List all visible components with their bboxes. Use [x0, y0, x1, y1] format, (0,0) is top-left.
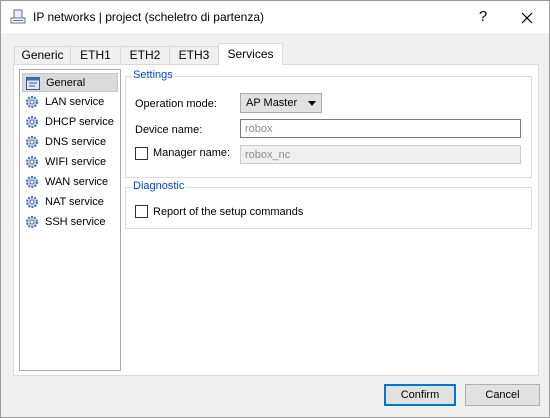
sidebar-item-dns[interactable]: DNS service: [22, 133, 118, 152]
sidebar-item-label: LAN service: [45, 96, 105, 108]
sidebar-item-label: General: [46, 77, 86, 89]
title-bar[interactable]: IP networks | project (scheletro di part…: [1, 1, 549, 33]
diagnostic-group-title: Diagnostic: [132, 180, 186, 192]
window-title: IP networks | project (scheletro di part…: [33, 10, 264, 24]
manager-name-field: [240, 145, 521, 164]
gear-icon: [24, 214, 40, 230]
tab-eth3[interactable]: ETH3: [169, 46, 219, 65]
close-icon: [521, 12, 533, 24]
settings-group-title: Settings: [132, 69, 174, 81]
gear-icon: [24, 114, 40, 130]
sidebar-item-label: WIFI service: [45, 156, 107, 168]
sidebar-item-ssh[interactable]: SSH service: [22, 213, 118, 232]
confirm-button[interactable]: Confirm: [384, 384, 456, 406]
gear-icon: [24, 174, 40, 190]
report-setup-label: Report of the setup commands: [153, 206, 304, 218]
sidebar-item-label: DHCP service: [45, 116, 114, 128]
sidebar-item-wan[interactable]: WAN service: [22, 173, 118, 192]
cancel-button[interactable]: Cancel: [465, 384, 540, 406]
network-app-icon: [10, 9, 26, 25]
manager-name-checkbox[interactable]: [135, 147, 148, 160]
gear-icon: [24, 134, 40, 150]
device-name-field[interactable]: [240, 119, 521, 138]
sidebar-item-label: DNS service: [45, 136, 107, 148]
gear-icon: [24, 194, 40, 210]
report-setup-checkbox[interactable]: [135, 205, 148, 218]
gear-icon: [24, 94, 40, 110]
sidebar-item-wifi[interactable]: WIFI service: [22, 153, 118, 172]
sidebar-item-general[interactable]: General: [22, 73, 118, 92]
device-name-label: Device name:: [135, 124, 203, 136]
sidebar-item-label: NAT service: [45, 196, 104, 208]
gear-icon: [24, 154, 40, 170]
tab-eth2[interactable]: ETH2: [120, 46, 170, 65]
settings-group: Settings Operation mode: AP Master Devic…: [125, 69, 532, 178]
services-panel: General LAN service DHCP service DNS ser…: [13, 64, 539, 376]
sidebar-item-dhcp[interactable]: DHCP service: [22, 113, 118, 132]
sidebar-item-label: WAN service: [45, 176, 109, 188]
operation-mode-label: Operation mode:: [135, 98, 217, 110]
operation-mode-select[interactable]: AP Master: [240, 93, 322, 113]
sidebar-item-nat[interactable]: NAT service: [22, 193, 118, 212]
tab-generic[interactable]: Generic: [14, 46, 71, 65]
sidebar-item-lan[interactable]: LAN service: [22, 93, 118, 112]
help-button[interactable]: ?: [467, 1, 499, 33]
manager-name-label: Manager name:: [153, 147, 231, 159]
chevron-down-icon: [308, 101, 316, 106]
general-settings-icon: [25, 75, 41, 91]
dialog-window: IP networks | project (scheletro di part…: [0, 0, 550, 418]
sidebar-item-label: SSH service: [45, 216, 106, 228]
services-list[interactable]: General LAN service DHCP service DNS ser…: [19, 69, 121, 371]
close-button[interactable]: [511, 1, 543, 33]
tab-services[interactable]: Services: [218, 43, 283, 65]
operation-mode-value: AP Master: [246, 97, 298, 109]
diagnostic-group: Diagnostic Report of the setup commands: [125, 180, 532, 229]
tab-eth1[interactable]: ETH1: [70, 46, 121, 65]
manager-name-input: [241, 146, 520, 163]
device-name-input[interactable]: [241, 120, 520, 137]
